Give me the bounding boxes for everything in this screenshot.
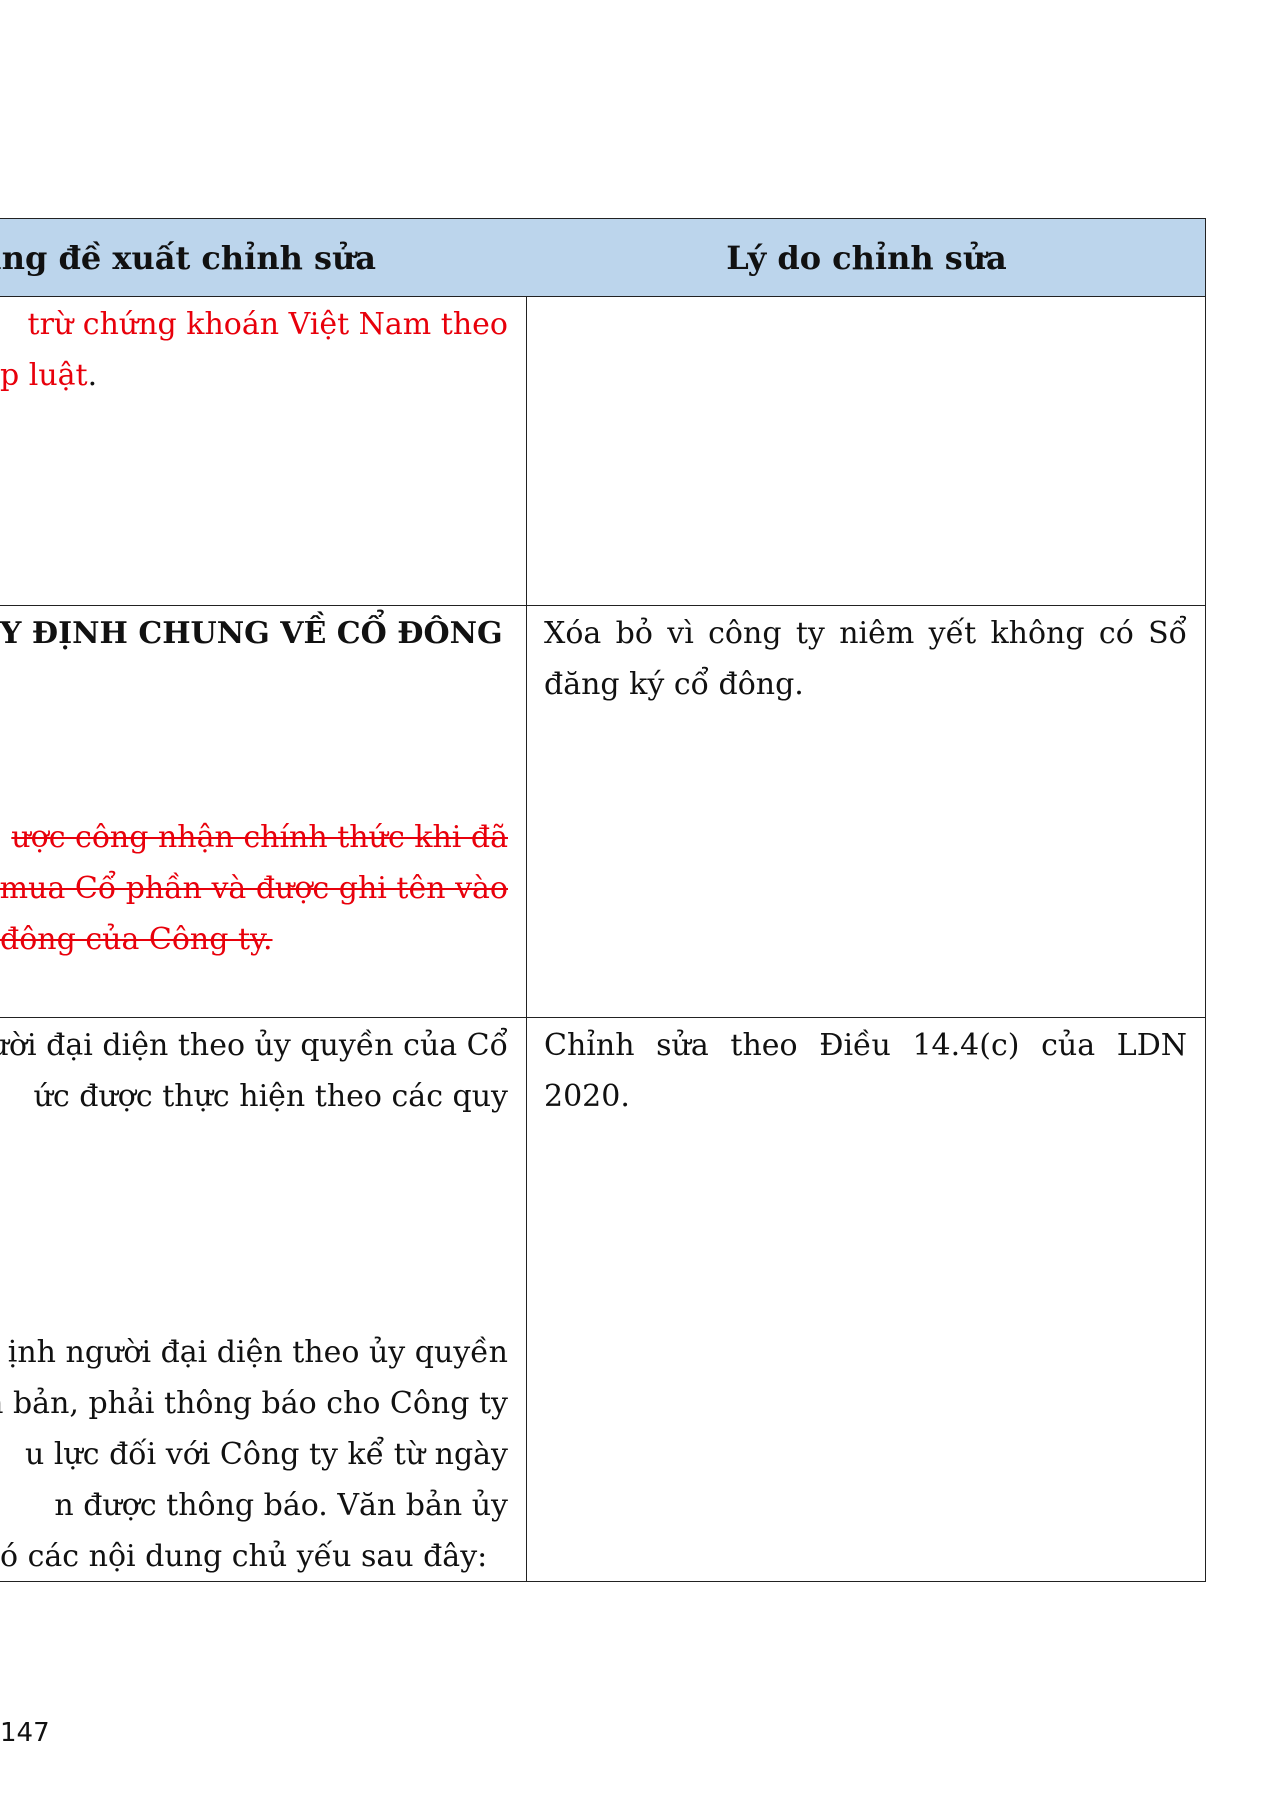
reason-cell xyxy=(528,297,1205,605)
reason-cell: Chỉnh sửa theo Điều 14.4(c) của LDN 2020… xyxy=(528,1018,1205,1583)
comparison-table: dung đề xuất chỉnh sửa Lý do chỉnh sửa t… xyxy=(0,218,1206,1582)
content-line: ịnh người đại diện theo ủy quyền xyxy=(7,1335,508,1370)
table-row: trừ chứng khoán Việt Nam theo p luật. xyxy=(0,297,1205,606)
content-line: trừ chứng khoán Việt Nam theo xyxy=(27,307,508,342)
content-line: ó các nội dung chủ yếu sau đây: xyxy=(0,1539,488,1574)
content-line: n được thông báo. Văn bản ủy xyxy=(54,1488,508,1523)
header-reason: Lý do chỉnh sửa xyxy=(726,238,1007,277)
deleted-line: mua Cổ phần và được ghi tên vào xyxy=(0,871,508,906)
reason-cell: Xóa bỏ vì công ty niêm yết không có Sổ đ… xyxy=(528,606,1205,1017)
reason-line: 2020. xyxy=(544,1079,630,1114)
reason-line: đăng ký cổ đông. xyxy=(544,667,804,702)
proposed-content-cell: ười đại diện theo ủy quyền của Cổ ức đượ… xyxy=(0,1018,526,1583)
reason-line: Chỉnh sửa theo Điều 14.4(c) của LDN xyxy=(544,1028,1187,1063)
deleted-line: đông của Công ty. xyxy=(0,922,273,957)
table-row: Y ĐỊNH CHUNG VỀ CỔ ĐÔNG ược công nhận ch… xyxy=(0,606,1205,1018)
deleted-line: ược công nhận chính thức khi đã xyxy=(11,820,508,855)
content-line: n bản, phải thông báo cho Công ty xyxy=(0,1386,508,1421)
reason-line: Xóa bỏ vì công ty niêm yết không có Sổ xyxy=(544,616,1187,651)
table-row: ười đại diện theo ủy quyền của Cổ ức đượ… xyxy=(0,1018,1205,1583)
content-line: p luật. xyxy=(0,358,98,393)
content-line: u lực đối với Công ty kể từ ngày xyxy=(24,1437,508,1472)
content-line: Y ĐỊNH CHUNG VỀ CỔ ĐÔNG xyxy=(0,616,503,651)
proposed-content-cell: trừ chứng khoán Việt Nam theo p luật. xyxy=(0,297,526,605)
content-line: ức được thực hiện theo các quy xyxy=(33,1079,508,1114)
proposed-content-cell: Y ĐỊNH CHUNG VỀ CỔ ĐÔNG ược công nhận ch… xyxy=(0,606,526,1017)
content-line: ười đại diện theo ủy quyền của Cổ xyxy=(0,1028,508,1063)
page-number: 147 xyxy=(0,1718,50,1748)
table-header-row: dung đề xuất chỉnh sửa Lý do chỉnh sửa xyxy=(0,219,1205,297)
header-proposed-content: dung đề xuất chỉnh sửa xyxy=(0,238,376,277)
